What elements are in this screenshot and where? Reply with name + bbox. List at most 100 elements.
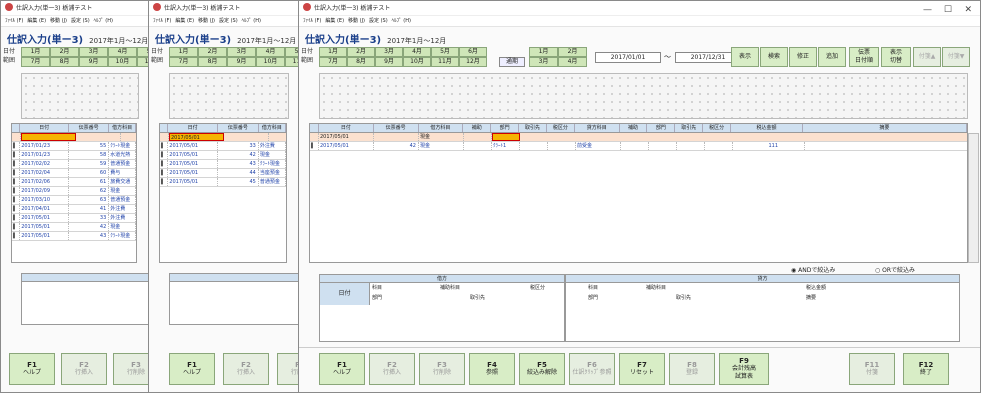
month-button[interactable]: 4月: [256, 47, 285, 57]
f3-button[interactable]: F3行削除: [419, 353, 465, 385]
menu-settings[interactable]: 設定 (S): [369, 18, 388, 24]
menu-edit[interactable]: 編集 (E): [325, 18, 344, 24]
table-row[interactable]: 2017/05/01: [160, 133, 286, 142]
f12-button[interactable]: F12 終了: [903, 353, 949, 385]
menu-help[interactable]: ﾍﾙﾌﾟ (H): [94, 18, 113, 24]
month-button[interactable]: 2月: [50, 47, 79, 57]
table-row[interactable]: ▌ 2017/01/23 58 水道光熱: [12, 151, 137, 160]
month-button[interactable]: 4月: [108, 47, 137, 57]
f2-button[interactable]: F2 行挿入: [223, 353, 269, 385]
radio-or[interactable]: ○ ORで絞込み: [875, 265, 915, 274]
radio-and[interactable]: ◉ ANDで絞込み: [791, 265, 835, 274]
menu-file[interactable]: ﾌｧｲﾙ (F): [303, 18, 321, 24]
minimize-icon[interactable]: —: [923, 3, 932, 18]
table-row[interactable]: ▌ 2017/05/01 43 ｸﾗｰﾄ現金: [160, 160, 286, 169]
menu-move[interactable]: 移動 (J): [50, 18, 67, 24]
month-button[interactable]: 7月: [169, 57, 198, 67]
month-button[interactable]: 7月: [319, 57, 347, 67]
close-icon[interactable]: ✕: [964, 3, 972, 18]
month-button[interactable]: 10月: [108, 57, 137, 67]
month-button[interactable]: 2月: [558, 47, 587, 57]
f8-button[interactable]: F8 登録: [669, 353, 715, 385]
month-button[interactable]: 12月: [459, 57, 487, 67]
sticky-up-button[interactable]: 付箋▲: [913, 47, 941, 67]
table-row[interactable]: ▌ 2017/05/01 45 普通預金: [160, 178, 286, 187]
month-button[interactable]: 3月: [79, 47, 108, 57]
month-button[interactable]: 3月: [529, 57, 558, 67]
table-row[interactable]: ▌ 2017/02/02 59 普通預金: [12, 160, 137, 169]
f1-button[interactable]: F1 ヘルプ: [319, 353, 365, 385]
menu-settings[interactable]: 設定 (S): [219, 18, 238, 24]
table-row[interactable]: ▌ 2017/02/09 62 現金: [12, 187, 137, 196]
table-row[interactable]: [12, 133, 136, 142]
table-row[interactable]: ▌ 2017/05/01 43 ｸﾗｰﾄ現金: [12, 232, 137, 241]
edit-button[interactable]: 修正: [789, 47, 817, 67]
month-button[interactable]: 9月: [375, 57, 403, 67]
search-button[interactable]: 検索: [760, 47, 788, 67]
menu-edit[interactable]: 編集 (E): [175, 18, 194, 24]
f9-button[interactable]: F9 会計残高 試算表: [719, 353, 769, 385]
f1-button[interactable]: F1 ヘルプ: [9, 353, 55, 385]
month-button[interactable]: 10月: [256, 57, 285, 67]
menu-help[interactable]: ﾍﾙﾌﾟ (H): [392, 18, 411, 24]
display-button[interactable]: 表示: [731, 47, 759, 67]
month-button[interactable]: 5月: [431, 47, 459, 57]
menu-help[interactable]: ﾍﾙﾌﾟ (H): [242, 18, 261, 24]
month-button[interactable]: 6月: [459, 47, 487, 57]
month-button[interactable]: 3月: [375, 47, 403, 57]
table-row[interactable]: ▌ 2017/05/01 42 現金 ｸﾗｰﾄ1 前受金 111: [310, 142, 967, 151]
table-row[interactable]: ▌ 2017/02/06 61 旅費交通: [12, 178, 137, 187]
month-button[interactable]: 1月: [529, 47, 558, 57]
table-row[interactable]: ▌ 2017/02/04 60 費与: [12, 169, 137, 178]
table-row[interactable]: ▌ 2017/05/01 42 現金: [12, 223, 137, 232]
f2-button[interactable]: F2 行挿入: [61, 353, 107, 385]
menu-file[interactable]: ﾌｧｲﾙ (F): [153, 18, 171, 24]
table-row[interactable]: ▌ 2017/03/10 63 普通預金: [12, 196, 137, 205]
table-row[interactable]: ▌ 2017/05/01 44 当座預金: [160, 169, 286, 178]
f3-button[interactable]: F3行削除: [113, 353, 149, 385]
month-button[interactable]: 3月: [227, 47, 256, 57]
menu-move[interactable]: 移動 (J): [198, 18, 215, 24]
table-row[interactable]: ▌ 2017/01/23 55 ｸﾗｰﾄ現金: [12, 142, 137, 151]
f3-button[interactable]: F3行削除: [277, 353, 299, 385]
table-row[interactable]: ▌ 2017/05/01 33 外注費: [12, 214, 137, 223]
maximize-icon[interactable]: ☐: [944, 3, 952, 18]
month-button[interactable]: 1月: [169, 47, 198, 57]
sticky-down-button[interactable]: 付箋▼: [942, 47, 970, 67]
f6-button[interactable]: F6 仕訳ｸﾘｯﾌﾟ参照: [569, 353, 615, 385]
month-button[interactable]: 8月: [198, 57, 227, 67]
month-button[interactable]: 9月: [227, 57, 256, 67]
menu-edit[interactable]: 編集 (E): [27, 18, 46, 24]
month-button[interactable]: 1月: [319, 47, 347, 57]
slip-date-order-button[interactable]: 伝票 日付順: [849, 47, 879, 67]
f2-button[interactable]: F2 行挿入: [369, 353, 415, 385]
f4-button[interactable]: F4 参照: [469, 353, 515, 385]
month-button[interactable]: 2月: [347, 47, 375, 57]
f5-button[interactable]: F5 絞込み解除: [519, 353, 565, 385]
date-from-field[interactable]: 2017/01/01: [595, 52, 661, 63]
menu-file[interactable]: ﾌｧｲﾙ (F): [5, 18, 23, 24]
table-row[interactable]: ▌ 2017/05/01 33 外注費: [160, 142, 286, 151]
month-button[interactable]: 4月: [403, 47, 431, 57]
month-button[interactable]: 1月: [21, 47, 50, 57]
f1-button[interactable]: F1 ヘルプ: [169, 353, 215, 385]
menu-move[interactable]: 移動 (J): [348, 18, 365, 24]
journal-grid[interactable]: 日付 伝票番号 借方科目 補助 部門 取引先 税区分 貸方科目 補助 部門 取引…: [309, 123, 979, 263]
f7-button[interactable]: F7 リセット: [619, 353, 665, 385]
add-button[interactable]: 追加: [818, 47, 846, 67]
journal-grid[interactable]: 日付 伝票番号 借方科目 ▌ 2017/01/23 55 ｸﾗｰﾄ現金 ▌ 2017/01/2…: [11, 123, 137, 263]
display-switch-button[interactable]: 表示 切替: [881, 47, 911, 67]
month-button[interactable]: 2月: [198, 47, 227, 57]
month-button[interactable]: 7月: [21, 57, 50, 67]
f11-button[interactable]: F11 付箋: [849, 353, 895, 385]
journal-grid[interactable]: 日付 伝票番号 借方科目 2017/05/01 ▌ 2017/05/01 33 外注費 ▌ 20…: [159, 123, 287, 263]
month-button[interactable]: 8月: [347, 57, 375, 67]
full-year-button[interactable]: 通期: [499, 57, 525, 67]
month-button[interactable]: 4月: [558, 57, 587, 67]
month-button[interactable]: 10月: [403, 57, 431, 67]
table-row[interactable]: 2017/05/01 現金: [310, 133, 967, 142]
menu-settings[interactable]: 設定 (S): [71, 18, 90, 24]
month-button[interactable]: 8月: [50, 57, 79, 67]
table-row[interactable]: ▌ 2017/04/01 41 外注費: [12, 205, 137, 214]
month-button[interactable]: 11月: [431, 57, 459, 67]
